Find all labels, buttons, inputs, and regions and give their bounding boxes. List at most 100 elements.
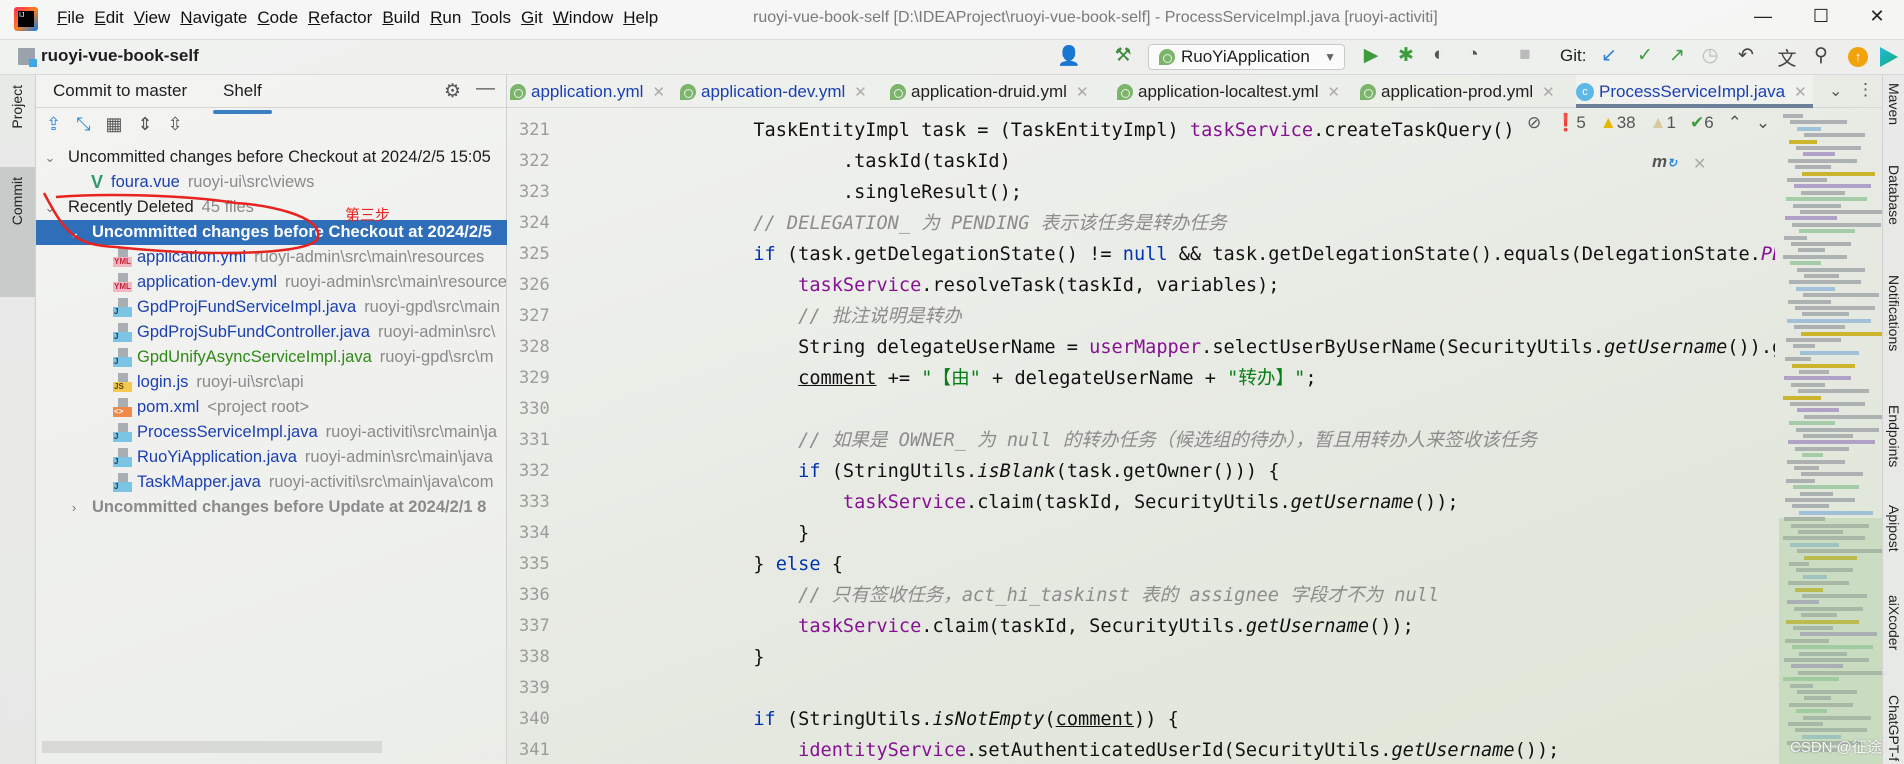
maximize-window-button[interactable]: ☐	[1806, 6, 1836, 27]
minimap-line	[1799, 370, 1829, 374]
menu-view[interactable]: View	[129, 8, 176, 28]
close-reload-icon[interactable]: ✕	[1693, 154, 1706, 174]
git-commit-icon[interactable]: ✓	[1632, 44, 1658, 67]
errors-count[interactable]: ❗5	[1555, 113, 1586, 133]
tool-window-endpoints[interactable]: Endpoints	[1886, 405, 1902, 467]
close-tab-icon[interactable]: ✕	[1076, 83, 1089, 101]
code-editor[interactable]: TaskEntityImpl task = (TaskEntityImpl) t…	[619, 108, 1775, 764]
close-tab-icon[interactable]: ✕	[1327, 83, 1340, 101]
chevron-right-icon[interactable]: ›	[68, 500, 80, 515]
chevron-down-icon[interactable]: ⌄	[44, 150, 56, 166]
run-config-select[interactable]: RuoYiApplication ▼	[1148, 44, 1345, 70]
git-push-icon[interactable]: ↗	[1664, 44, 1690, 67]
weak-warnings-count[interactable]: ▲1	[1650, 113, 1676, 133]
tab-application-dev-yml[interactable]: application-dev.yml ✕	[680, 75, 873, 108]
close-tab-icon[interactable]: ✕	[1542, 83, 1555, 101]
tabs-dropdown-icon[interactable]: ⌄	[1829, 81, 1842, 101]
tool-window-aixcoder[interactable]: aiXcoder	[1886, 595, 1902, 650]
editor-tabs: ⌄ ⋮ application.yml ✕ application-dev.yml ✕…	[507, 75, 1882, 108]
close-window-button[interactable]: ✕	[1862, 6, 1892, 27]
close-tab-icon[interactable]: ✕	[1794, 83, 1807, 101]
tab-label: application-dev.yml	[701, 81, 846, 101]
code-minimap[interactable]	[1779, 108, 1889, 764]
tab-application-yml[interactable]: application.yml ✕	[510, 75, 671, 108]
tree-file[interactable]: <> pom.xml <project root>	[36, 395, 507, 420]
tool-window-chatgptf[interactable]: ChatGPT-f	[1886, 695, 1902, 761]
tree-file[interactable]: J GpdProjSubFundController.java ruoyi-admi…	[36, 320, 507, 345]
translate-icon[interactable]: 文	[1774, 44, 1800, 71]
tree-file[interactable]: JS login.js ruoyi-ui\src\api	[36, 370, 507, 395]
tree-group[interactable]: › Uncommitted changes before Update at 20…	[36, 495, 507, 520]
menu-git[interactable]: Git	[516, 8, 548, 28]
more-tabs-icon[interactable]: ⋮	[1857, 80, 1874, 100]
menu-run[interactable]: Run	[425, 8, 466, 28]
stop-icon[interactable]: ■	[1512, 44, 1538, 66]
tree-file[interactable]: YML application-dev.yml ruoyi-admin\src\ma…	[36, 270, 507, 295]
tab-application-druid-yml[interactable]: application-druid.yml ✕	[890, 75, 1094, 108]
menu-navigate[interactable]: Navigate	[175, 8, 252, 28]
close-tab-icon[interactable]: ✕	[652, 83, 665, 101]
minimap-line	[1784, 376, 1851, 381]
tab-commit-to-master[interactable]: Commit to master	[53, 81, 187, 101]
merge-icon[interactable]: ⤡	[76, 114, 90, 135]
tree-file[interactable]: J TaskMapper.java ruoyi-activiti\src\main\…	[36, 470, 507, 495]
tool-window-notifications[interactable]: Notifications	[1886, 275, 1902, 351]
inspection-widget[interactable]: ⊘ ❗5 ▲38 ▲1 ✔6 ⌃ ⌄	[1527, 113, 1770, 133]
account-icon[interactable]: 👤	[1056, 44, 1082, 68]
tree-file[interactable]: J GpdUnifyAsyncServiceImpl.java ruoyi-gpd\…	[36, 345, 507, 370]
rollback-icon[interactable]: ↶	[1733, 44, 1759, 67]
menu-edit[interactable]: Edit	[89, 8, 128, 28]
tool-window-maven[interactable]: Maven	[1886, 83, 1902, 125]
menu-code[interactable]: Code	[252, 8, 303, 28]
profile-icon[interactable]: ◔	[1460, 44, 1486, 66]
tree-file[interactable]: J RuoYiApplication.java ruoyi-admin\src\ma…	[36, 445, 507, 470]
tab-application-localtest-yml[interactable]: application-localtest.yml ✕	[1117, 75, 1346, 108]
debug-icon[interactable]: ✱	[1393, 44, 1419, 67]
code-token: taskService	[798, 275, 922, 296]
minimize-window-button[interactable]: —	[1748, 6, 1778, 27]
tool-window-apipost[interactable]: Apipost	[1886, 505, 1902, 552]
ok-count[interactable]: ✔6	[1690, 113, 1714, 133]
menu-help[interactable]: Help	[618, 8, 663, 28]
history-icon[interactable]: ◷	[1697, 44, 1723, 67]
unshelve-icon[interactable]: ⇪	[46, 114, 61, 135]
minimap-line	[1787, 459, 1845, 464]
tab-processserviceimpl-java[interactable]: c ProcessServiceImpl.java ✕	[1576, 75, 1813, 108]
tab-shelf[interactable]: Shelf	[213, 81, 272, 114]
menu-window[interactable]: Window	[548, 8, 618, 28]
tab-application-prod-yml[interactable]: application-prod.yml ✕	[1360, 75, 1561, 108]
tool-window-commit[interactable]: Commit	[0, 167, 35, 297]
reader-mode-icon[interactable]: ⊘	[1527, 113, 1541, 133]
menu-file[interactable]: File	[52, 8, 89, 28]
minimize-panel-icon[interactable]: —	[476, 78, 495, 100]
gear-icon[interactable]: ⚙	[444, 80, 461, 103]
maven-reload-icon[interactable]: m↻	[1652, 152, 1677, 172]
menu-tools[interactable]: Tools	[466, 8, 516, 28]
search-icon[interactable]: ⚲	[1808, 44, 1834, 67]
prev-problem-icon[interactable]: ⌃	[1728, 113, 1742, 133]
tool-window-project[interactable]: Project	[9, 85, 25, 129]
collapse-all-icon[interactable]: ⇳	[168, 114, 183, 135]
menu-refactor[interactable]: Refactor	[303, 8, 377, 28]
tab-label: application-prod.yml	[1381, 81, 1534, 101]
tool-window-database[interactable]: Database	[1886, 165, 1902, 225]
minimap-viewport[interactable]	[1779, 518, 1882, 764]
code-token: taskService	[798, 616, 922, 637]
warnings-count[interactable]: ▲38	[1600, 113, 1636, 133]
group-by-icon[interactable]: ▦	[106, 114, 123, 135]
run-icon[interactable]: ▶	[1358, 44, 1384, 67]
update-icon[interactable]: ↑	[1848, 47, 1868, 67]
project-breadcrumb[interactable]: ruoyi-vue-book-self	[18, 46, 199, 67]
tree-file[interactable]: J GpdProjFundServiceImpl.java ruoyi-gpd\sr…	[36, 295, 507, 320]
expand-all-icon[interactable]: ⇕	[138, 114, 153, 135]
next-problem-icon[interactable]: ⌄	[1756, 113, 1770, 133]
tree-group[interactable]: ⌄ Uncommitted changes before Checkout at …	[36, 145, 507, 170]
menu-build[interactable]: Build	[377, 8, 425, 28]
code-token: )) {	[1134, 709, 1179, 730]
coverage-icon[interactable]: ◐	[1426, 44, 1452, 66]
git-update-icon[interactable]: ↙	[1596, 44, 1622, 67]
build-hammer-icon[interactable]: ⚒	[1110, 44, 1136, 67]
panel-horizontal-scrollbar[interactable]	[42, 741, 382, 753]
close-tab-icon[interactable]: ✕	[854, 83, 867, 101]
tree-file[interactable]: J ProcessServiceImpl.java ruoyi-activiti\s…	[36, 420, 507, 445]
